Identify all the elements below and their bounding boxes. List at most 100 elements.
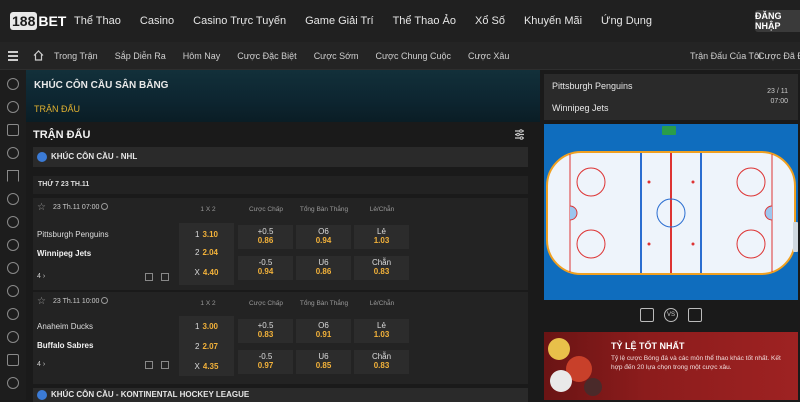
- login-button[interactable]: ĐĂNG NHẬP: [755, 10, 800, 32]
- sport-esports-icon[interactable]: [7, 124, 19, 136]
- odds-label: Chẵn: [371, 352, 392, 361]
- odds-value: 0.86: [257, 236, 274, 245]
- odds-cell-away[interactable]: 2 2.04: [179, 242, 234, 262]
- odds-cell-draw[interactable]: X 4.40: [179, 261, 234, 285]
- more-markets[interactable]: 4 ›: [37, 273, 45, 280]
- column-total: Tổng Bàn Thắng: [299, 206, 349, 213]
- odds-value: 1.03: [373, 236, 390, 245]
- subnav-my-matches[interactable]: Trận Đấu Của Tôi: [690, 42, 761, 70]
- sport-tennis-icon[interactable]: [7, 193, 19, 205]
- tennis-ball-icon: [548, 338, 570, 360]
- nav-item-lottery[interactable]: Xổ Số: [475, 15, 505, 27]
- top-nav: Thể Thao Casino Casino Trực Tuyến Game G…: [74, 0, 671, 42]
- handicap-home-cell[interactable]: +0.5 0.83: [238, 319, 293, 343]
- odds-value: 4.35: [202, 362, 219, 371]
- odds-label: U6: [318, 352, 329, 361]
- home-icon[interactable]: [33, 50, 44, 61]
- subnav-upcoming[interactable]: Sắp Diễn Ra: [115, 51, 166, 61]
- promo-description: Tỷ lệ cược Bóng đá và các môn thể thao k…: [611, 355, 781, 371]
- stats-icon[interactable]: [145, 273, 153, 281]
- odds-label: +0.5: [257, 321, 274, 330]
- odds-cell-draw[interactable]: X 4.35: [179, 356, 234, 376]
- sport-hockey-icon[interactable]: [7, 285, 19, 297]
- sport-warning-icon[interactable]: [7, 170, 19, 182]
- stats-icon[interactable]: [145, 361, 153, 369]
- menu-icon[interactable]: [8, 51, 18, 61]
- odds-label: X: [194, 362, 200, 371]
- sport-settings-icon[interactable]: [7, 377, 19, 389]
- odds-label: 2: [194, 342, 200, 351]
- odds-value: 2.07: [202, 342, 219, 351]
- away-team: Buffalo Sabres: [37, 341, 94, 350]
- top-bar: 188 BET Thể Thao Casino Casino Trực Tuyế…: [0, 0, 800, 42]
- column-odd-even: Lẻ/Chẵn: [369, 300, 395, 307]
- odds-cell-away[interactable]: 2 2.07: [179, 336, 234, 356]
- head-to-head-icon[interactable]: VS: [664, 308, 678, 322]
- sport-badminton-icon[interactable]: [7, 308, 19, 320]
- column-handicap: Cược Chấp: [249, 300, 283, 307]
- odds-label: Lẻ: [377, 321, 386, 330]
- total-under-cell[interactable]: U6 0.85: [296, 350, 351, 374]
- live-tracker-icon[interactable]: [161, 273, 169, 281]
- total-over-cell[interactable]: O6 0.94: [296, 225, 351, 249]
- globe-icon: [37, 390, 47, 400]
- rink-view-icon[interactable]: [640, 308, 654, 322]
- odds-cell-home[interactable]: 1 3.00: [179, 316, 234, 336]
- favorite-star-icon[interactable]: ☆: [37, 296, 46, 307]
- logo-text: BET: [38, 13, 67, 29]
- promo-banner[interactable]: TỶ LỆ TỐT NHẤT Tỷ lệ cược Bóng đá và các…: [544, 332, 798, 400]
- nav-item-live-casino[interactable]: Casino Trực Tuyến: [193, 15, 286, 27]
- sport-baseball-icon[interactable]: [7, 216, 19, 228]
- subnav-outrights[interactable]: Cược Chung Cuộc: [376, 51, 451, 61]
- more-markets[interactable]: 4 ›: [37, 361, 45, 368]
- banner-title: KHÚC CÔN CẦU SÂN BĂNG: [34, 80, 169, 91]
- subnav-specials[interactable]: Cược Đặc Biệt: [237, 51, 296, 61]
- sport-soccer-icon[interactable]: [7, 78, 19, 90]
- nav-item-casino[interactable]: Casino: [140, 15, 174, 27]
- subnav-early[interactable]: Cược Sớm: [314, 51, 359, 61]
- hockey-rink-tracker[interactable]: [544, 124, 798, 300]
- subnav-today[interactable]: Hôm Nay: [183, 51, 221, 61]
- sport-rugby-icon[interactable]: [7, 262, 19, 274]
- filter-icon[interactable]: [514, 129, 525, 140]
- clock-icon: [101, 203, 108, 210]
- sport-sidebar: [0, 70, 26, 400]
- rugby-ball-icon: [584, 378, 602, 396]
- nav-item-sports[interactable]: Thể Thao: [74, 15, 121, 27]
- nav-item-virtual-sports[interactable]: Thể Thao Ảo: [393, 15, 456, 27]
- odd-cell[interactable]: Lẻ 1.03: [354, 319, 409, 343]
- even-cell[interactable]: Chẵn 0.83: [354, 350, 409, 374]
- sport-volleyball-icon[interactable]: [7, 239, 19, 251]
- banner-tab-matches[interactable]: TRẬN ĐẤU: [34, 104, 80, 114]
- sport-banner: KHÚC CÔN CẦU SÂN BĂNG TRẬN ĐẤU: [26, 70, 540, 122]
- sub-nav: Trong Trận Sắp Diễn Ra Hôm Nay Cược Đặc …: [54, 42, 526, 70]
- sport-flag-icon[interactable]: [7, 354, 19, 366]
- even-cell[interactable]: Chẵn 0.83: [354, 256, 409, 280]
- total-under-cell[interactable]: U6 0.86: [296, 256, 351, 280]
- logo[interactable]: 188 BET: [10, 9, 66, 33]
- nav-item-promotions[interactable]: Khuyến Mãi: [524, 15, 582, 27]
- handicap-away-cell[interactable]: -0.5 0.94: [238, 256, 293, 280]
- sport-basketball-icon[interactable]: [7, 101, 19, 113]
- away-team: Winnipeg Jets: [37, 249, 92, 258]
- sport-golf-icon[interactable]: [7, 331, 19, 343]
- league-header[interactable]: KHÚC CÔN CẦU - NHL: [33, 147, 528, 167]
- subnav-parlay[interactable]: Cược Xâu: [468, 51, 509, 61]
- hockey-rink: [544, 124, 798, 300]
- total-over-cell[interactable]: O6 0.91: [296, 319, 351, 343]
- odds-value: 0.97: [257, 361, 274, 370]
- subnav-my-bets[interactable]: Cược Đã Đặt: [758, 42, 800, 70]
- subnav-in-play[interactable]: Trong Trận: [54, 51, 98, 61]
- handicap-home-cell[interactable]: +0.5 0.86: [238, 225, 293, 249]
- sport-running-icon[interactable]: [7, 147, 19, 159]
- odds-label: -0.5: [258, 258, 273, 267]
- stats-table-icon[interactable]: [688, 308, 702, 322]
- panel-date: 23 / 11: [767, 88, 788, 95]
- live-tracker-icon[interactable]: [161, 361, 169, 369]
- nav-item-apps[interactable]: Ứng Dụng: [601, 15, 652, 27]
- odds-label: +0.5: [257, 227, 274, 236]
- odd-cell[interactable]: Lẻ 1.03: [354, 225, 409, 249]
- nav-item-games[interactable]: Game Giải Trí: [305, 15, 373, 27]
- handicap-away-cell[interactable]: -0.5 0.97: [238, 350, 293, 374]
- favorite-star-icon[interactable]: ☆: [37, 202, 46, 213]
